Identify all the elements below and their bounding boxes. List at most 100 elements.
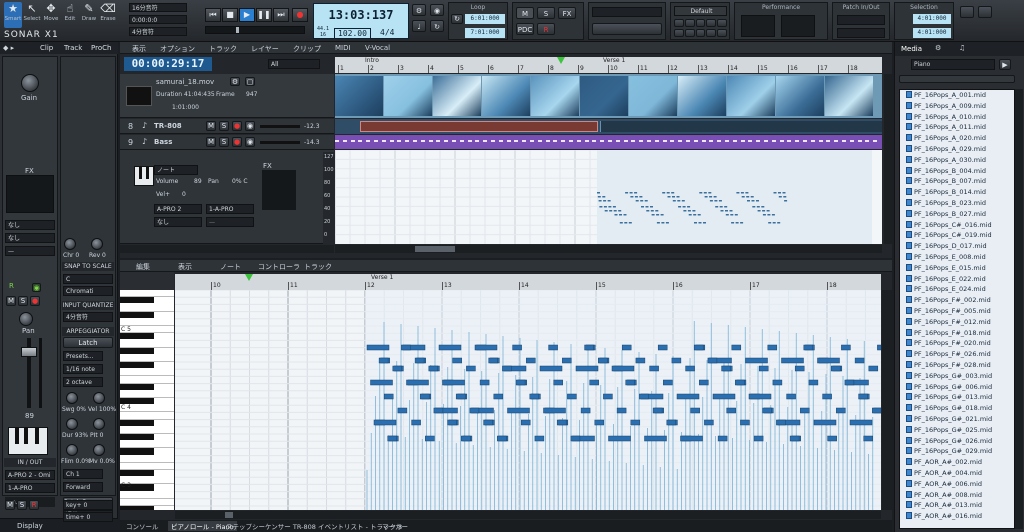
gain-knob[interactable] (21, 74, 39, 92)
media-file-item[interactable]: PF_16Pops_F#_018.mid (906, 328, 1014, 339)
media-file-item[interactable]: PF_16Pops_A_030.mid (906, 155, 1014, 166)
track-menu-item[interactable]: MIDI (335, 44, 351, 52)
white-key[interactable] (120, 340, 174, 348)
piano-track-expanded[interactable]: ノート Volume 89 Pan 0% C Vel+ 0 A-PRO 2 1-… (120, 150, 334, 244)
white-key[interactable] (120, 412, 174, 420)
black-key[interactable] (120, 448, 154, 455)
markers-add-button[interactable] (592, 23, 662, 35)
piano-roll-menu-item[interactable]: 編集 (136, 262, 150, 272)
media-file-item[interactable]: PF_16Pops_G#_003.mid (906, 371, 1014, 382)
track-vscroll[interactable] (884, 74, 892, 244)
duration-knob[interactable] (66, 418, 78, 430)
piano-roll-ruler[interactable]: 10 11 12 13 14 15 16 17 18 Verse 1 (175, 274, 881, 290)
tool-option-1[interactable]: ⚙ (412, 4, 426, 16)
media-file-item[interactable]: PF_16Pops_F#_028.mid (906, 360, 1014, 371)
record-button[interactable]: ● (292, 8, 308, 22)
tool-edit[interactable]: ☝ Edit (61, 2, 79, 28)
key-offset[interactable]: key+ 0 (63, 500, 113, 510)
video-track-header[interactable]: samurai_18.mov Duration 41:04:435 Frame … (120, 74, 334, 118)
black-key[interactable] (120, 297, 154, 304)
tool-smart[interactable]: ★ Smart (4, 2, 22, 28)
track-name[interactable]: TR-808 (154, 122, 182, 130)
toolbar-extra-button-2[interactable] (978, 6, 992, 18)
media-file-item[interactable]: PF_AOR_A#_006.mid (906, 479, 1014, 490)
white-key[interactable] (120, 463, 174, 470)
media-file-item[interactable]: PF_16Pops_F#_005.mid (906, 306, 1014, 317)
media-file-item[interactable]: PF_16Pops_A_029.mid (906, 144, 1014, 155)
track-record-button[interactable]: ● (232, 137, 242, 147)
arp-note-length-dropdown[interactable]: 1/16 note (63, 364, 103, 374)
rewind-button[interactable]: ⏮ (205, 8, 221, 22)
media-file-item[interactable]: PF_16Pops_E_022.mid (906, 274, 1014, 285)
media-file-item[interactable]: PF_16Pops_A_010.mid (906, 112, 1014, 123)
output-dropdown[interactable]: 1-A-PRO (5, 483, 55, 493)
tool-option-2[interactable]: ♩ (412, 20, 426, 32)
pdc-button[interactable]: PDC (516, 23, 534, 35)
media-file-item[interactable]: PF_16Pops_B_014.mid (906, 187, 1014, 198)
media-file-item[interactable]: PF_16Pops_G#_021.mid (906, 414, 1014, 425)
white-key[interactable] (120, 355, 174, 362)
patch-in-dropdown[interactable] (837, 15, 885, 25)
strip-solo-small[interactable]: S (17, 500, 27, 510)
input-dropdown[interactable]: A-PRO 2 - Omi (5, 470, 55, 480)
multidock-tab[interactable]: マーカー (382, 521, 408, 531)
tool-erase[interactable]: ⌫ Erase (99, 2, 117, 28)
track-fx-bin[interactable] (262, 170, 296, 210)
track-volume-slider[interactable] (260, 125, 300, 128)
tool-select[interactable]: ↖ Select (23, 2, 41, 28)
media-file-item[interactable]: PF_16Pops_B_027.mid (906, 209, 1014, 220)
media-file-item[interactable]: PF_16Pops_B_004.mid (906, 166, 1014, 177)
tab-clip[interactable]: Clip (40, 44, 53, 52)
track-bank-dropdown[interactable]: なし (154, 217, 202, 227)
piano-roll-hscroll[interactable] (175, 511, 881, 519)
white-key[interactable] (120, 427, 174, 434)
marker-intro[interactable]: Intro (365, 57, 379, 64)
media-file-item[interactable]: PF_16Pops_C#_019.mid (906, 230, 1014, 241)
arp-direction-dropdown[interactable]: Forward (63, 482, 103, 492)
media-file-item[interactable]: PF_16Pops_G#_025.mid (906, 425, 1014, 436)
track-hscroll[interactable] (335, 245, 882, 253)
fx-button[interactable]: FX (558, 7, 576, 19)
track-filter-dropdown[interactable]: All (268, 59, 320, 69)
track-menu-item[interactable]: 表示 (132, 44, 146, 54)
scale-root-dropdown[interactable]: C (63, 274, 113, 284)
stop-button[interactable]: ■ (222, 8, 238, 22)
tool-option-3[interactable]: ◉ (430, 4, 444, 16)
track-volume-slider[interactable] (260, 141, 300, 144)
position-slider[interactable] (205, 26, 305, 34)
fx-bin[interactable] (6, 175, 54, 213)
marker-verse[interactable]: Verse 1 (603, 57, 625, 64)
tr808-clip-2[interactable] (600, 121, 882, 132)
video-options-button[interactable]: ⚙ (230, 77, 240, 86)
piano-roll-menu-item[interactable]: トラック (304, 262, 332, 272)
white-key[interactable] (120, 391, 174, 398)
pause-button[interactable]: ❚❚ (256, 8, 272, 22)
media-file-item[interactable]: PF_AOR_A#_013.mid (906, 500, 1014, 511)
arp-channel-dropdown[interactable]: Ch 1 (63, 469, 103, 479)
time-small-field[interactable]: 0:00:0:0 (129, 15, 187, 24)
track-time-display[interactable]: 00:00:29:17 (124, 57, 212, 71)
white-key[interactable] (120, 290, 174, 298)
strip-record-button[interactable]: ● (30, 296, 40, 306)
patch-out-dropdown[interactable] (837, 28, 885, 38)
velocity-knob[interactable] (93, 392, 105, 404)
tab-track[interactable]: Track (64, 44, 82, 52)
track-monitor-button[interactable]: ◉ (245, 121, 255, 131)
volume-fader-thumb[interactable] (21, 347, 37, 357)
media-file-item[interactable]: PF_AOR_A#_016.mid (906, 511, 1014, 522)
arp-octave-dropdown[interactable]: 2 octave (63, 377, 103, 387)
file-list-scroll[interactable] (1015, 89, 1023, 529)
track-header-hscroll[interactable] (120, 245, 334, 253)
media-file-item[interactable]: PF_16Pops_F#_012.mid (906, 317, 1014, 328)
track-menu-item[interactable]: トラック (209, 44, 237, 54)
loop-end[interactable]: 7:01:000 (465, 28, 505, 38)
strip-mute-button[interactable]: M (6, 296, 16, 306)
black-key[interactable] (120, 383, 154, 390)
solo-all-button[interactable]: S (537, 7, 555, 19)
loop-start[interactable]: 6:01:000 (465, 14, 505, 24)
strip-record-small[interactable]: R (29, 500, 39, 510)
mute-all-button[interactable]: M (516, 7, 534, 19)
track-name[interactable]: Bass (154, 138, 172, 146)
track-time-ruler[interactable]: 1 2 3 4 5 6 7 8 9 10 11 12 13 14 15 16 17 18 Intro Verse 1 (335, 57, 882, 73)
tab-proch[interactable]: ProCh (91, 44, 111, 52)
